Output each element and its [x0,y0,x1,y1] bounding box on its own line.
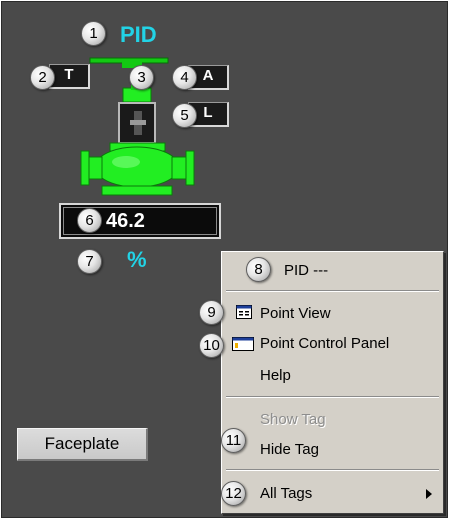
callout-9: 9 [199,300,224,325]
menu-item-point-view[interactable]: Point View [260,304,331,324]
point-view-icon [236,305,252,319]
callout-4: 4 [172,65,197,90]
process-value: 46.2 [106,210,145,232]
menu-item-show-tag[interactable]: Show Tag [260,410,326,430]
menu-item-all-tags[interactable]: All Tags [260,484,312,504]
chevron-right-icon [426,489,432,499]
menu-item-point-control-panel[interactable]: Point Control Panel [260,334,389,354]
callout-2: 2 [30,65,55,90]
context-menu: PID --- Point View Point Control Panel H… [221,251,444,514]
graphic-display: PID T A L 46.2 % Faceplate PID --- Point… [1,1,448,518]
menu-item-hide-tag[interactable]: Hide Tag [260,440,319,460]
callout-10: 10 [199,333,224,358]
callout-6: 6 [77,208,102,233]
unit-label: % [127,247,147,272]
callout-5: 5 [172,103,197,128]
callout-1: 1 [81,21,106,46]
menu-item-title: PID --- [284,262,329,279]
callout-8: 8 [246,257,271,282]
callout-12: 12 [221,481,246,506]
menu-item-help[interactable]: Help [260,366,291,386]
callout-3: 3 [129,65,154,90]
callout-7: 7 [77,249,102,274]
callout-11: 11 [221,428,246,453]
point-control-panel-icon [232,337,254,351]
faceplate-button[interactable]: Faceplate [17,428,148,461]
t-button[interactable]: T [49,64,90,89]
